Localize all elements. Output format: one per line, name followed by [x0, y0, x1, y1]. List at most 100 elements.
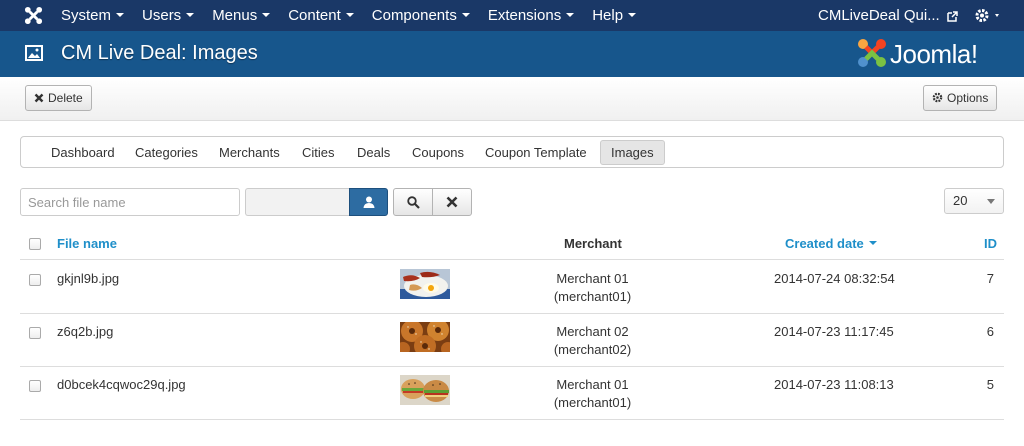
column-created-date[interactable]: Created date	[785, 236, 877, 251]
merchant-name: Merchant 02	[556, 324, 629, 339]
clear-button[interactable]	[432, 188, 472, 216]
row-checkbox[interactable]	[29, 274, 41, 286]
thumbnail-image[interactable]	[400, 375, 450, 405]
column-id[interactable]: ID	[984, 236, 997, 251]
tab-merchants[interactable]: Merchants	[209, 140, 290, 165]
menu-help[interactable]: Help	[592, 0, 637, 31]
title-bar: CM Live Deal: Images Joomla!	[0, 31, 1024, 77]
caret-down-icon	[116, 13, 125, 18]
merchant-name: Merchant 01	[556, 271, 629, 286]
file-name: z6q2b.jpg	[57, 324, 114, 339]
menu-system-label: System	[61, 7, 112, 24]
menu-components[interactable]: Components	[372, 0, 470, 31]
tab-dashboard[interactable]: Dashboard	[41, 140, 125, 165]
options-button[interactable]: Options	[923, 85, 998, 111]
gear-icon[interactable]	[974, 7, 1004, 24]
file-name: d0bcek4cqwoc29q.jpg	[57, 377, 186, 392]
column-filename[interactable]: File name	[57, 236, 117, 251]
tab-cities[interactable]: Cities	[292, 140, 345, 165]
toolbar: Delete Options	[0, 77, 1024, 121]
tab-deals[interactable]: Deals	[347, 140, 400, 165]
options-button-label: Options	[947, 91, 989, 105]
page-title: CM Live Deal: Images	[61, 42, 258, 64]
thumbnail-image[interactable]	[400, 322, 450, 352]
chevron-down-icon	[987, 199, 995, 204]
tab-merchants-label: Merchants	[219, 145, 280, 160]
created-date: 2014-07-24 08:32:54	[774, 271, 895, 286]
merchant-cell: Merchant 01 (merchant01)	[520, 376, 665, 412]
row-id: 6	[986, 324, 994, 339]
column-created-date-label: Created date	[785, 236, 864, 251]
list-limit-value: 20	[953, 193, 968, 208]
list-limit-select[interactable]: 20	[944, 188, 1004, 214]
picture-icon	[25, 45, 43, 61]
external-link-icon	[947, 10, 958, 22]
menu-menus-label: Menus	[212, 7, 258, 24]
gear-icon	[932, 93, 943, 103]
joomla-brand-logo: Joomla!	[856, 37, 1001, 71]
menu-content-label: Content	[288, 7, 341, 24]
sort-desc-icon	[868, 241, 877, 246]
row-checkbox[interactable]	[29, 380, 41, 392]
menu-menus[interactable]: Menus	[212, 0, 271, 31]
tab-categories[interactable]: Categories	[125, 140, 208, 165]
site-link[interactable]: CMLiveDeal Qui...	[818, 0, 958, 31]
tab-categories-label: Categories	[135, 145, 198, 160]
created-date: 2014-07-23 11:08:13	[774, 377, 894, 392]
search-icon	[407, 196, 420, 209]
caret-down-icon	[186, 13, 195, 18]
search-input[interactable]	[20, 188, 240, 216]
caret-down-icon	[461, 13, 470, 18]
top-navbar: System Users Menus Content Components Ex…	[0, 0, 1024, 31]
row-id: 7	[986, 271, 994, 286]
merchant-alias: (merchant01)	[553, 395, 632, 410]
component-submenu: Dashboard Categories Merchants Cities De…	[20, 136, 1004, 168]
table-row: d0bcek4cqwoc29q.jpg Merchant 01 (merchan…	[20, 367, 1004, 420]
merchant-cell: Merchant 02 (merchant02)	[520, 323, 665, 359]
row-id: 5	[986, 377, 994, 392]
table-row: gkjnl9b.jpg Merchant 01 (merchant01) 201…	[20, 261, 1004, 314]
tab-coupon-template[interactable]: Coupon Template	[475, 140, 597, 165]
column-merchant: Merchant	[564, 236, 622, 251]
close-icon	[34, 93, 44, 103]
menu-extensions-label: Extensions	[487, 7, 562, 24]
caret-down-icon	[345, 13, 354, 18]
joomla-logo-icon	[858, 39, 886, 67]
caret-down-icon	[262, 13, 271, 18]
menu-users[interactable]: Users	[142, 0, 195, 31]
brand-wordmark: Joomla!	[890, 39, 978, 69]
menu-users-label: Users	[142, 7, 182, 24]
menu-content[interactable]: Content	[288, 0, 354, 31]
menu-extensions[interactable]: Extensions	[487, 0, 575, 31]
table-header: File name Merchant Created date ID	[20, 226, 1004, 260]
site-name: CMLiveDeal Qui...	[818, 7, 940, 24]
tab-coupon-template-label: Coupon Template	[485, 145, 587, 160]
caret-down-icon	[566, 13, 575, 18]
tab-coupons-label: Coupons	[412, 145, 465, 160]
created-date: 2014-07-23 11:17:45	[774, 324, 894, 339]
tab-deals-label: Deals	[357, 145, 391, 160]
delete-button-label: Delete	[48, 91, 83, 105]
caret-down-icon	[628, 13, 637, 18]
file-name: gkjnl9b.jpg	[57, 271, 120, 286]
search-button[interactable]	[393, 188, 433, 216]
merchant-filter-input[interactable]	[245, 188, 349, 216]
tab-dashboard-label: Dashboard	[51, 145, 115, 160]
main-menu: System Users Menus Content Components Ex…	[61, 0, 654, 31]
menu-help-label: Help	[592, 7, 624, 24]
user-icon	[363, 196, 375, 208]
tab-cities-label: Cities	[302, 145, 335, 160]
row-checkbox[interactable]	[29, 327, 41, 339]
joomla-logo-icon[interactable]	[24, 6, 43, 25]
tab-coupons[interactable]: Coupons	[402, 140, 474, 165]
delete-button[interactable]: Delete	[25, 85, 92, 111]
merchant-name: Merchant 01	[556, 377, 629, 392]
merchant-alias: (merchant02)	[553, 342, 632, 357]
thumbnail-image[interactable]	[400, 269, 450, 299]
select-merchant-button[interactable]	[349, 188, 388, 216]
tab-images-label: Images	[611, 145, 654, 160]
select-all-checkbox[interactable]	[29, 238, 41, 250]
merchant-alias: (merchant01)	[553, 289, 632, 304]
tab-images[interactable]: Images	[600, 140, 665, 165]
menu-system[interactable]: System	[61, 0, 125, 31]
